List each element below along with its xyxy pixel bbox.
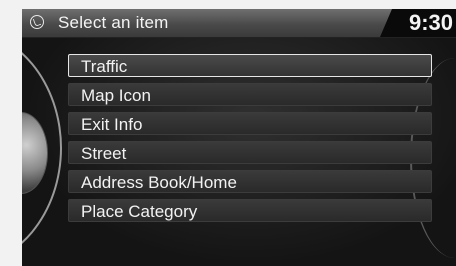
menu-item-map-icon[interactable]: Map Icon (68, 83, 432, 106)
menu-item-label: Address Book/Home (81, 173, 237, 192)
header-title: Select an item (58, 13, 169, 32)
menu-area: Traffic Map Icon Exit Info Street Addres… (22, 28, 456, 266)
menu-item-label: Traffic (81, 57, 128, 76)
clock-panel: 9:30 (380, 9, 456, 37)
menu-item-traffic[interactable]: Traffic (68, 54, 432, 77)
voice-icon (30, 15, 44, 29)
navigation-screen: Select an item 9:30 Traffic Map Icon Exi… (22, 9, 456, 266)
menu-item-place-category[interactable]: Place Category (68, 199, 432, 222)
clock: 9:30 (408, 10, 453, 35)
menu-item-address-book-home[interactable]: Address Book/Home (68, 170, 432, 193)
menu-item-label: Map Icon (81, 86, 151, 105)
item-list: Traffic Map Icon Exit Info Street Addres… (68, 54, 432, 228)
menu-item-exit-info[interactable]: Exit Info (68, 112, 432, 135)
menu-item-label: Exit Info (81, 115, 143, 134)
menu-item-label: Street (81, 144, 127, 163)
menu-item-street[interactable]: Street (68, 141, 432, 164)
menu-item-label: Place Category (81, 202, 198, 221)
header-bar: Select an item 9:30 (22, 9, 456, 38)
